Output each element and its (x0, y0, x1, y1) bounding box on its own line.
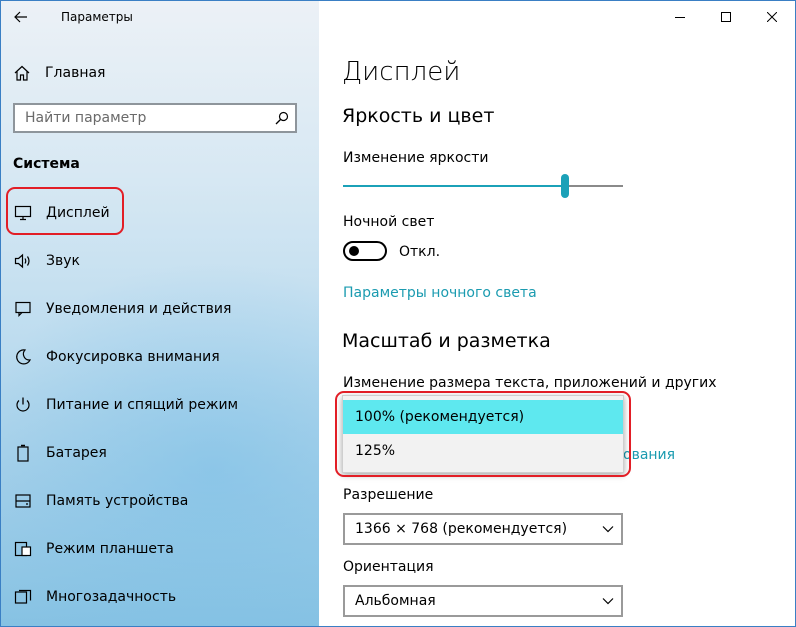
back-button[interactable] (7, 3, 35, 31)
scale-dropdown-popup: 100% (рекомендуется) 125% (342, 395, 624, 473)
sidebar-item-storage[interactable]: Память устройства (1, 477, 319, 525)
maximize-button[interactable] (703, 1, 749, 33)
sidebar-item-label: Память устройства (46, 493, 189, 509)
night-light-settings-link[interactable]: Параметры ночного света (343, 285, 537, 301)
night-light-label: Ночной свет (343, 214, 435, 230)
night-light-state: Откл. (399, 244, 441, 260)
sidebar-item-label: Уведомления и действия (46, 301, 232, 317)
brightness-section-title: Яркость и цвет (342, 105, 495, 127)
sidebar-item-notifications[interactable]: Уведомления и действия (1, 285, 319, 333)
back-arrow-icon (14, 11, 27, 23)
sidebar-item-display[interactable]: Дисплей (1, 189, 319, 237)
sidebar-item-label: Питание и спящий режим (46, 397, 239, 413)
toggle-knob (349, 246, 359, 256)
storage-icon (13, 491, 33, 511)
sidebar-item-label: Звук (46, 253, 80, 269)
sidebar-item-focus-assist[interactable]: Фокусировка внимания (1, 333, 319, 381)
window-controls (657, 1, 795, 33)
sidebar-item-label: Режим планшета (46, 541, 174, 557)
nav-home-label: Главная (45, 65, 106, 81)
notification-icon (13, 299, 33, 319)
search-input[interactable] (15, 109, 269, 127)
close-icon (767, 12, 777, 22)
close-button[interactable] (749, 1, 795, 33)
slider-thumb[interactable] (561, 174, 569, 198)
content-pane: Дисплей Яркость и цвет Изменение яркости… (319, 1, 795, 626)
orientation-value: Альбомная (355, 593, 436, 609)
chevron-down-icon (595, 597, 621, 605)
scale-option-100[interactable]: 100% (рекомендуется) (343, 400, 623, 434)
sidebar-item-label: Фокусировка внимания (46, 349, 220, 365)
sidebar-item-power[interactable]: Питание и спящий режим (1, 381, 319, 429)
sidebar-item-label: Дисплей (46, 205, 110, 221)
night-light-toggle[interactable] (343, 241, 387, 261)
orientation-label: Ориентация (343, 559, 434, 575)
speaker-icon (13, 251, 33, 271)
sidebar-item-multitasking[interactable]: Многозадачность (1, 573, 319, 621)
multitasking-icon (13, 587, 33, 607)
scale-section-title: Масштаб и разметка (342, 330, 551, 352)
settings-window: Параметры Главная Система Ди (0, 0, 796, 627)
nav-list: Дисплей Звук Уведомления и действия Фоку… (1, 189, 319, 621)
maximize-icon (721, 12, 731, 22)
monitor-icon (13, 203, 33, 223)
title-bar: Параметры (1, 1, 319, 33)
resolution-select[interactable]: 1366 × 768 (рекомендуется) (343, 513, 623, 545)
scale-option-125[interactable]: 125% (343, 434, 623, 468)
resolution-label: Разрешение (343, 487, 434, 503)
sidebar-item-sound[interactable]: Звук (1, 237, 319, 285)
slider-track-rest (569, 185, 623, 187)
sidebar-item-label: Батарея (46, 445, 107, 461)
chevron-down-icon (595, 525, 621, 533)
minimize-icon (675, 17, 685, 18)
brightness-label: Изменение яркости (343, 150, 489, 166)
search-icon[interactable] (269, 111, 295, 125)
advanced-scaling-link[interactable]: ования (623, 447, 675, 463)
scale-option-label: 125% (355, 443, 396, 459)
app-title: Параметры (61, 10, 133, 24)
nav-home[interactable]: Главная (13, 61, 105, 85)
scale-option-label: 100% (рекомендуется) (355, 409, 525, 425)
resolution-value: 1366 × 768 (рекомендуется) (355, 521, 568, 537)
page-title: Дисплей (342, 57, 461, 87)
home-icon (14, 65, 30, 81)
slider-track-fill (343, 185, 561, 187)
power-icon (13, 395, 33, 415)
sidebar-item-battery[interactable]: Батарея (1, 429, 319, 477)
battery-icon (13, 443, 33, 463)
moon-icon (13, 347, 33, 367)
section-title: Система (13, 156, 80, 172)
sidebar-item-label: Многозадачность (46, 589, 177, 605)
search-box[interactable] (13, 103, 297, 133)
sidebar-item-tablet-mode[interactable]: Режим планшета (1, 525, 319, 573)
tablet-mode-icon (13, 539, 33, 559)
sidebar: Параметры Главная Система Ди (1, 1, 319, 626)
orientation-select[interactable]: Альбомная (343, 585, 623, 617)
brightness-slider[interactable] (343, 173, 623, 199)
minimize-button[interactable] (657, 1, 703, 33)
